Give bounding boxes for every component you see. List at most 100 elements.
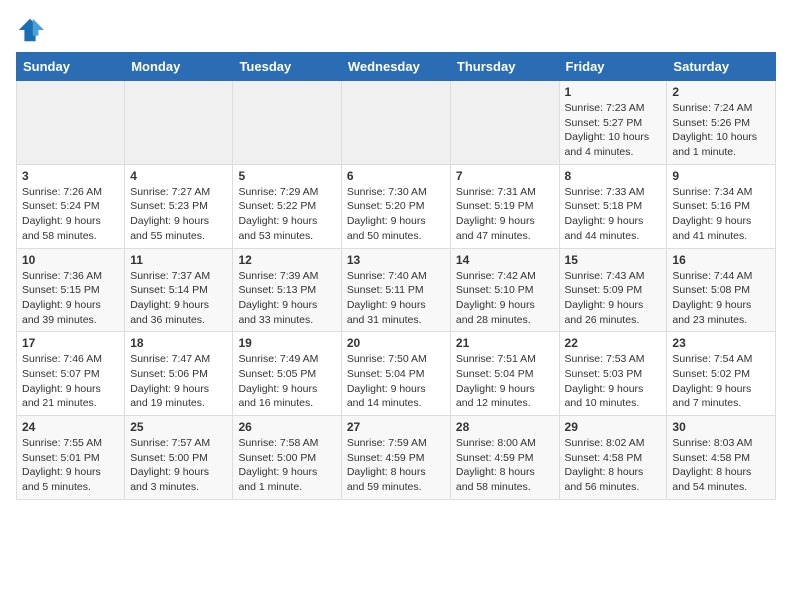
day-info: Sunrise: 7:55 AM Sunset: 5:01 PM Dayligh… bbox=[22, 436, 119, 495]
calendar-cell-4-5: 21 Sunrise: 7:51 AM Sunset: 5:04 PM Dayli… bbox=[450, 332, 559, 416]
calendar-header-wednesday: Wednesday bbox=[341, 53, 450, 81]
day-number: 25 bbox=[130, 420, 227, 434]
day-number: 23 bbox=[672, 336, 770, 350]
day-number: 11 bbox=[130, 253, 227, 267]
calendar-cell-1-4 bbox=[341, 81, 450, 165]
calendar-cell-5-4: 27 Sunrise: 7:59 AM Sunset: 4:59 PM Dayli… bbox=[341, 416, 450, 500]
calendar-header-sunday: Sunday bbox=[17, 53, 125, 81]
calendar-cell-3-5: 14 Sunrise: 7:42 AM Sunset: 5:10 PM Dayli… bbox=[450, 248, 559, 332]
calendar-week-1: 1 Sunrise: 7:23 AM Sunset: 5:27 PM Daylig… bbox=[17, 81, 776, 165]
day-info: Sunrise: 8:02 AM Sunset: 4:58 PM Dayligh… bbox=[565, 436, 662, 495]
logo-icon bbox=[16, 16, 44, 44]
calendar-cell-3-3: 12 Sunrise: 7:39 AM Sunset: 5:13 PM Dayli… bbox=[233, 248, 341, 332]
day-number: 2 bbox=[672, 85, 770, 99]
day-number: 17 bbox=[22, 336, 119, 350]
calendar-header-row: SundayMondayTuesdayWednesdayThursdayFrid… bbox=[17, 53, 776, 81]
calendar-cell-3-4: 13 Sunrise: 7:40 AM Sunset: 5:11 PM Dayli… bbox=[341, 248, 450, 332]
calendar-table: SundayMondayTuesdayWednesdayThursdayFrid… bbox=[16, 52, 776, 500]
day-info: Sunrise: 7:27 AM Sunset: 5:23 PM Dayligh… bbox=[130, 185, 227, 244]
day-number: 14 bbox=[456, 253, 554, 267]
calendar-cell-2-1: 3Sunrise: 7:26 AM Sunset: 5:24 PM Daylig… bbox=[17, 164, 125, 248]
calendar-cell-3-2: 11 Sunrise: 7:37 AM Sunset: 5:14 PM Dayli… bbox=[125, 248, 233, 332]
calendar-header-saturday: Saturday bbox=[667, 53, 776, 81]
calendar-cell-4-4: 20 Sunrise: 7:50 AM Sunset: 5:04 PM Dayli… bbox=[341, 332, 450, 416]
day-number: 1 bbox=[565, 85, 662, 99]
day-number: 30 bbox=[672, 420, 770, 434]
day-info: Sunrise: 7:29 AM Sunset: 5:22 PM Dayligh… bbox=[238, 185, 335, 244]
day-info: Sunrise: 7:23 AM Sunset: 5:27 PM Dayligh… bbox=[565, 101, 662, 160]
calendar-cell-1-3 bbox=[233, 81, 341, 165]
day-info: Sunrise: 7:33 AM Sunset: 5:18 PM Dayligh… bbox=[565, 185, 662, 244]
calendar-week-4: 17 Sunrise: 7:46 AM Sunset: 5:07 PM Dayli… bbox=[17, 332, 776, 416]
day-number: 4 bbox=[130, 169, 227, 183]
day-number: 24 bbox=[22, 420, 119, 434]
calendar-header-monday: Monday bbox=[125, 53, 233, 81]
day-info: Sunrise: 7:53 AM Sunset: 5:03 PM Dayligh… bbox=[565, 352, 662, 411]
day-info: Sunrise: 7:37 AM Sunset: 5:14 PM Dayligh… bbox=[130, 269, 227, 328]
day-number: 26 bbox=[238, 420, 335, 434]
logo bbox=[16, 16, 48, 44]
calendar-cell-2-2: 4 Sunrise: 7:27 AM Sunset: 5:23 PM Daylig… bbox=[125, 164, 233, 248]
day-info: Sunrise: 7:49 AM Sunset: 5:05 PM Dayligh… bbox=[238, 352, 335, 411]
day-number: 9 bbox=[672, 169, 770, 183]
day-number: 27 bbox=[347, 420, 445, 434]
day-number: 20 bbox=[347, 336, 445, 350]
calendar-header-thursday: Thursday bbox=[450, 53, 559, 81]
day-info: Sunrise: 7:36 AM Sunset: 5:15 PM Dayligh… bbox=[22, 269, 119, 328]
calendar-cell-2-4: 6 Sunrise: 7:30 AM Sunset: 5:20 PM Daylig… bbox=[341, 164, 450, 248]
day-number: 10 bbox=[22, 253, 119, 267]
day-info: Sunrise: 7:46 AM Sunset: 5:07 PM Dayligh… bbox=[22, 352, 119, 411]
calendar-header-tuesday: Tuesday bbox=[233, 53, 341, 81]
day-info: Sunrise: 7:54 AM Sunset: 5:02 PM Dayligh… bbox=[672, 352, 770, 411]
day-number: 19 bbox=[238, 336, 335, 350]
day-info: Sunrise: 7:30 AM Sunset: 5:20 PM Dayligh… bbox=[347, 185, 445, 244]
day-number: 22 bbox=[565, 336, 662, 350]
calendar-cell-2-7: 9 Sunrise: 7:34 AM Sunset: 5:16 PM Daylig… bbox=[667, 164, 776, 248]
calendar-cell-4-6: 22 Sunrise: 7:53 AM Sunset: 5:03 PM Dayli… bbox=[559, 332, 667, 416]
calendar-cell-5-6: 29 Sunrise: 8:02 AM Sunset: 4:58 PM Dayli… bbox=[559, 416, 667, 500]
day-number: 7 bbox=[456, 169, 554, 183]
day-info: Sunrise: 7:34 AM Sunset: 5:16 PM Dayligh… bbox=[672, 185, 770, 244]
day-info: Sunrise: 7:59 AM Sunset: 4:59 PM Dayligh… bbox=[347, 436, 445, 495]
day-number: 16 bbox=[672, 253, 770, 267]
day-info: Sunrise: 7:44 AM Sunset: 5:08 PM Dayligh… bbox=[672, 269, 770, 328]
calendar-cell-1-7: 2Sunrise: 7:24 AM Sunset: 5:26 PM Daylig… bbox=[667, 81, 776, 165]
day-info: Sunrise: 7:42 AM Sunset: 5:10 PM Dayligh… bbox=[456, 269, 554, 328]
day-info: Sunrise: 7:51 AM Sunset: 5:04 PM Dayligh… bbox=[456, 352, 554, 411]
calendar-cell-1-6: 1 Sunrise: 7:23 AM Sunset: 5:27 PM Daylig… bbox=[559, 81, 667, 165]
day-info: Sunrise: 7:31 AM Sunset: 5:19 PM Dayligh… bbox=[456, 185, 554, 244]
day-info: Sunrise: 7:40 AM Sunset: 5:11 PM Dayligh… bbox=[347, 269, 445, 328]
calendar-cell-5-1: 24 Sunrise: 7:55 AM Sunset: 5:01 PM Dayli… bbox=[17, 416, 125, 500]
calendar-cell-2-5: 7 Sunrise: 7:31 AM Sunset: 5:19 PM Daylig… bbox=[450, 164, 559, 248]
day-number: 29 bbox=[565, 420, 662, 434]
page-header bbox=[16, 16, 776, 44]
calendar-cell-5-2: 25 Sunrise: 7:57 AM Sunset: 5:00 PM Dayli… bbox=[125, 416, 233, 500]
calendar-cell-4-2: 18Sunrise: 7:47 AM Sunset: 5:06 PM Dayli… bbox=[125, 332, 233, 416]
day-number: 12 bbox=[238, 253, 335, 267]
calendar-cell-3-6: 15Sunrise: 7:43 AM Sunset: 5:09 PM Dayli… bbox=[559, 248, 667, 332]
calendar-cell-2-6: 8 Sunrise: 7:33 AM Sunset: 5:18 PM Daylig… bbox=[559, 164, 667, 248]
calendar-cell-5-7: 30Sunrise: 8:03 AM Sunset: 4:58 PM Dayli… bbox=[667, 416, 776, 500]
day-number: 6 bbox=[347, 169, 445, 183]
day-number: 8 bbox=[565, 169, 662, 183]
day-info: Sunrise: 7:26 AM Sunset: 5:24 PM Dayligh… bbox=[22, 185, 119, 244]
calendar-cell-1-2 bbox=[125, 81, 233, 165]
calendar-week-5: 24 Sunrise: 7:55 AM Sunset: 5:01 PM Dayli… bbox=[17, 416, 776, 500]
day-info: Sunrise: 7:39 AM Sunset: 5:13 PM Dayligh… bbox=[238, 269, 335, 328]
calendar-week-2: 3Sunrise: 7:26 AM Sunset: 5:24 PM Daylig… bbox=[17, 164, 776, 248]
calendar-cell-4-3: 19 Sunrise: 7:49 AM Sunset: 5:05 PM Dayli… bbox=[233, 332, 341, 416]
calendar-week-3: 10 Sunrise: 7:36 AM Sunset: 5:15 PM Dayli… bbox=[17, 248, 776, 332]
day-number: 15 bbox=[565, 253, 662, 267]
calendar-header-friday: Friday bbox=[559, 53, 667, 81]
day-info: Sunrise: 7:57 AM Sunset: 5:00 PM Dayligh… bbox=[130, 436, 227, 495]
day-number: 21 bbox=[456, 336, 554, 350]
calendar-cell-5-5: 28Sunrise: 8:00 AM Sunset: 4:59 PM Dayli… bbox=[450, 416, 559, 500]
calendar-cell-4-7: 23 Sunrise: 7:54 AM Sunset: 5:02 PM Dayli… bbox=[667, 332, 776, 416]
calendar-cell-5-3: 26Sunrise: 7:58 AM Sunset: 5:00 PM Dayli… bbox=[233, 416, 341, 500]
calendar-cell-4-1: 17 Sunrise: 7:46 AM Sunset: 5:07 PM Dayli… bbox=[17, 332, 125, 416]
calendar-cell-3-1: 10 Sunrise: 7:36 AM Sunset: 5:15 PM Dayli… bbox=[17, 248, 125, 332]
day-info: Sunrise: 7:47 AM Sunset: 5:06 PM Dayligh… bbox=[130, 352, 227, 411]
calendar-cell-3-7: 16 Sunrise: 7:44 AM Sunset: 5:08 PM Dayli… bbox=[667, 248, 776, 332]
day-number: 13 bbox=[347, 253, 445, 267]
day-info: Sunrise: 7:50 AM Sunset: 5:04 PM Dayligh… bbox=[347, 352, 445, 411]
